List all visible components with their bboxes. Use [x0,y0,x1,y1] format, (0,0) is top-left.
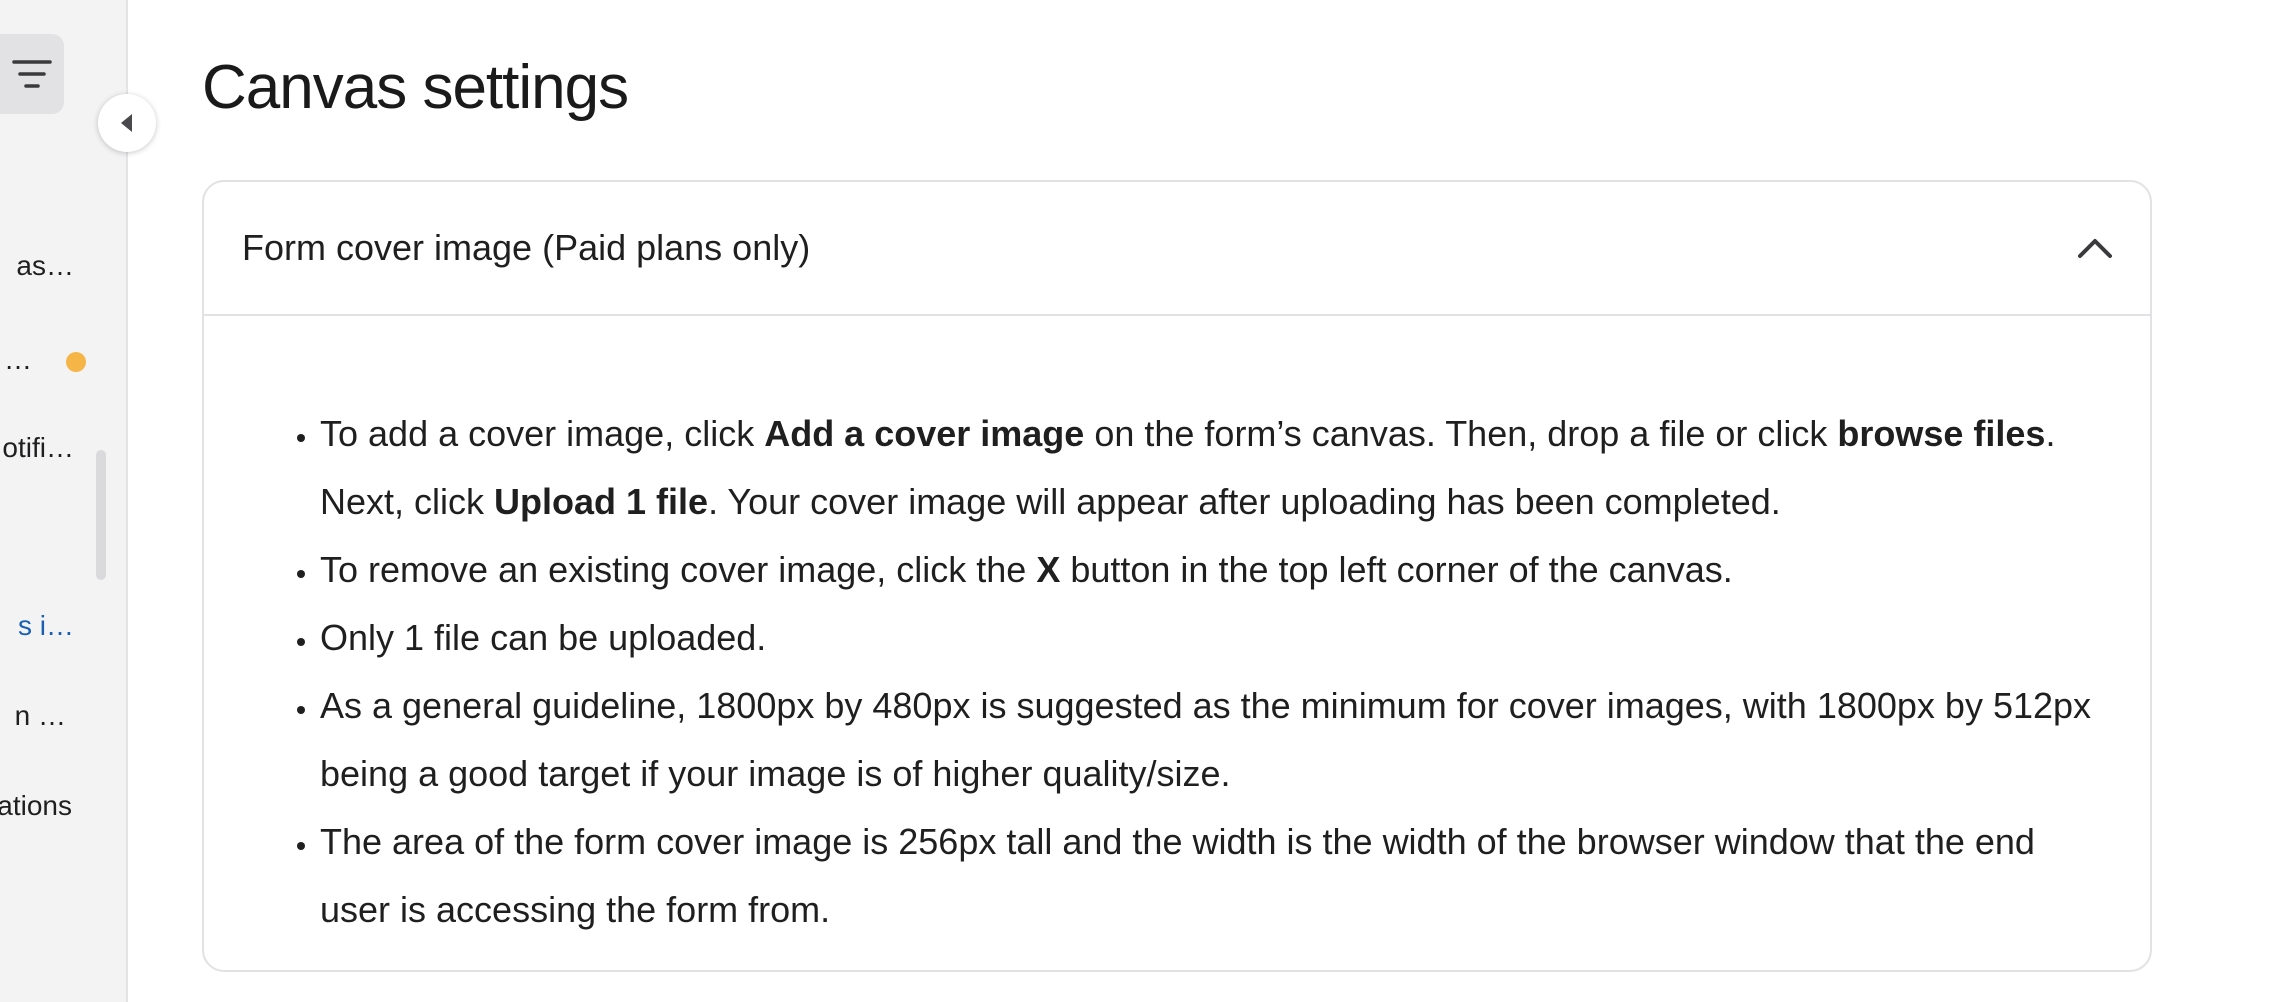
list-item: The area of the form cover image is 256p… [320,808,2110,944]
accordion-header[interactable]: Form cover image (Paid plans only) [204,182,2150,316]
list-item: Only 1 file can be uploaded. [320,604,2110,672]
caret-left-icon [121,114,132,132]
accordion-body: To add a cover image, click Add a cover … [204,316,2150,944]
sidebar-item-5[interactable]: n … [15,700,66,732]
sidebar-item-2[interactable]: … [4,344,32,376]
add-cover-image-term: Add a cover image [764,413,1085,454]
sidebar: as… … otifi… s i… n … ations [0,0,128,1002]
sidebar-item-4[interactable]: s i… [18,610,74,642]
accordion-title: Form cover image (Paid plans only) [242,227,811,268]
list-item: To add a cover image, click Add a cover … [320,400,2110,536]
instructions-list: To add a cover image, click Add a cover … [284,400,2110,944]
accordion-panel: Form cover image (Paid plans only) To ad… [202,180,2152,972]
sidebar-item-1[interactable]: as… [16,250,74,282]
sidebar-item-3[interactable]: otifi… [2,432,74,464]
sidebar-scrollbar[interactable] [96,450,106,580]
status-dot [66,352,86,372]
list-item: As a general guideline, 1800px by 480px … [320,672,2110,808]
list-item: To remove an existing cover image, click… [320,536,2110,604]
filter-lines-icon [12,60,52,88]
x-button-term: X [1036,549,1061,590]
browse-files-term: browse files [1837,413,2046,454]
upload-file-term: Upload 1 file [494,481,709,522]
menu-button[interactable] [0,34,64,114]
page-title: Canvas settings [202,53,629,122]
chevron-up-icon[interactable] [2076,236,2114,260]
sidebar-item-6[interactable]: ations [0,790,72,822]
collapse-sidebar-button[interactable] [98,94,156,152]
